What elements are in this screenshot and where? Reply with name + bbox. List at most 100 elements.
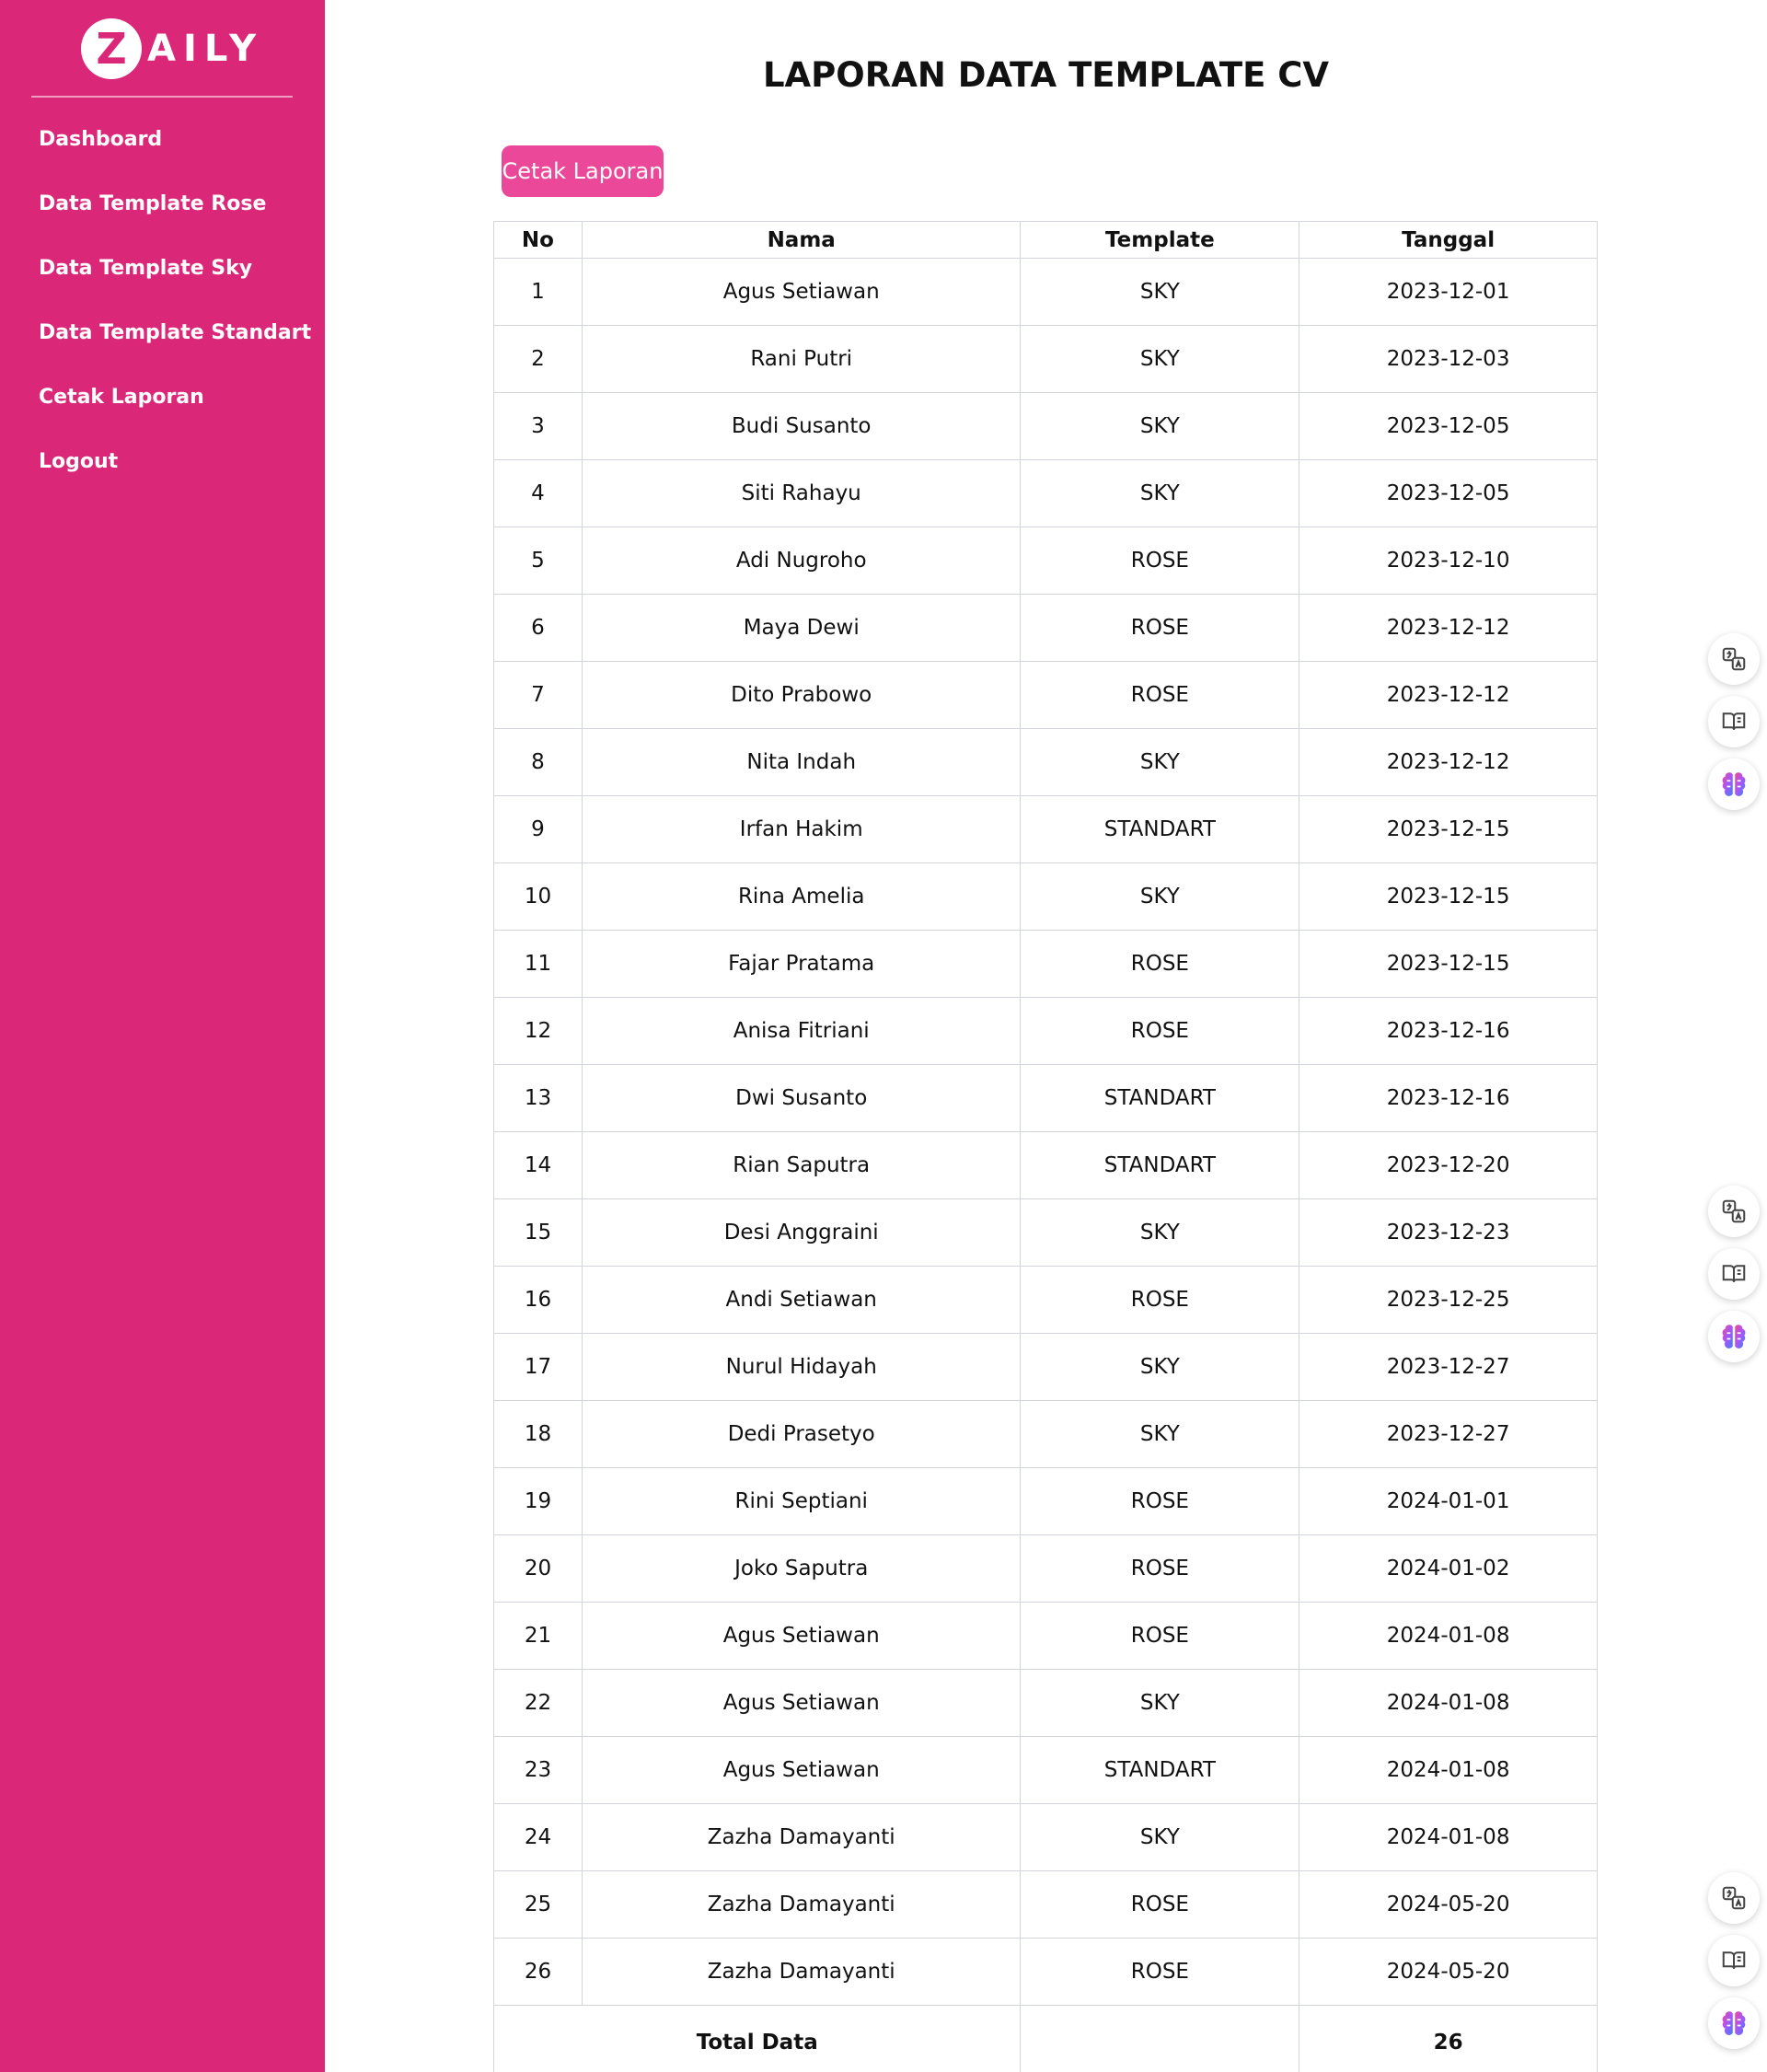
cell-tanggal: 2023-12-05 <box>1299 459 1598 527</box>
cell-nama: Irfan Hakim <box>581 795 1022 863</box>
cell-template: SKY <box>1020 1400 1300 1468</box>
cell-no: 10 <box>493 862 583 931</box>
cell-nama: Zazha Damayanti <box>581 1803 1022 1871</box>
table-row: 10 Rina Amelia SKY 2023-12-15 <box>493 862 1598 931</box>
cell-nama: Adi Nugroho <box>581 527 1022 595</box>
table-row: 9 Irfan Hakim STANDART 2023-12-15 <box>493 795 1598 863</box>
cell-tanggal: 2024-05-20 <box>1299 1870 1598 1939</box>
table-row: 21 Agus Setiawan ROSE 2024-01-08 <box>493 1602 1598 1670</box>
cell-nama: Maya Dewi <box>581 594 1022 662</box>
sidebar-divider <box>31 96 293 98</box>
cell-nama: Budi Susanto <box>581 392 1022 460</box>
cell-template: ROSE <box>1020 1266 1300 1334</box>
sidebar-item-data-template-sky[interactable]: Data Template Sky <box>0 247 325 311</box>
cell-no: 2 <box>493 325 583 393</box>
cell-tanggal: 2023-12-05 <box>1299 392 1598 460</box>
logo-icon: Z <box>81 18 142 79</box>
table-row: 22 Agus Setiawan SKY 2024-01-08 <box>493 1669 1598 1737</box>
cell-template: ROSE <box>1020 527 1300 595</box>
cell-tanggal: 2023-12-12 <box>1299 728 1598 796</box>
logo-letter: Z <box>96 24 127 74</box>
table-row: 20 Joko Saputra ROSE 2024-01-02 <box>493 1534 1598 1603</box>
sidebar-item-cetak-laporan[interactable]: Cetak Laporan <box>0 376 325 440</box>
cell-nama: Nita Indah <box>581 728 1022 796</box>
cell-template: SKY <box>1020 728 1300 796</box>
table-row: 17 Nurul Hidayah SKY 2023-12-27 <box>493 1333 1598 1401</box>
table-row: 23 Agus Setiawan STANDART 2024-01-08 <box>493 1736 1598 1804</box>
brain-button[interactable] <box>1708 1997 1760 2049</box>
table-row: 5 Adi Nugroho ROSE 2023-12-10 <box>493 527 1598 595</box>
cell-template: ROSE <box>1020 1938 1300 2006</box>
cell-no: 25 <box>493 1870 583 1939</box>
column-header-no: No <box>493 221 583 259</box>
print-report-button[interactable]: Cetak Laporan <box>502 145 664 197</box>
cell-nama: Agus Setiawan <box>581 1669 1022 1737</box>
book-button[interactable] <box>1708 696 1760 747</box>
brand-logo[interactable]: Z AILY <box>81 18 263 79</box>
table-row: 15 Desi Anggraini SKY 2023-12-23 <box>493 1198 1598 1267</box>
cell-template: ROSE <box>1020 661 1300 729</box>
cell-tanggal: 2023-12-16 <box>1299 997 1598 1065</box>
sidebar-item-dashboard[interactable]: Dashboard <box>0 118 325 182</box>
translate-icon <box>1720 645 1748 673</box>
brain-button[interactable] <box>1708 758 1760 810</box>
logo-text: AILY <box>147 28 264 70</box>
sidebar-item-data-template-rose[interactable]: Data Template Rose <box>0 182 325 247</box>
table-row: 26 Zazha Damayanti ROSE 2024-05-20 <box>493 1938 1598 2006</box>
table-row: 16 Andi Setiawan ROSE 2023-12-25 <box>493 1266 1598 1334</box>
cell-nama: Zazha Damayanti <box>581 1870 1022 1939</box>
cell-template: STANDART <box>1020 1064 1300 1132</box>
cell-nama: Rina Amelia <box>581 862 1022 931</box>
cell-tanggal: 2023-12-23 <box>1299 1198 1598 1267</box>
cell-nama: Andi Setiawan <box>581 1266 1022 1334</box>
cell-template: SKY <box>1020 1669 1300 1737</box>
table-row: 8 Nita Indah SKY 2023-12-12 <box>493 728 1598 796</box>
cell-nama: Nurul Hidayah <box>581 1333 1022 1401</box>
cell-nama: Agus Setiawan <box>581 1602 1022 1670</box>
brain-button[interactable] <box>1708 1311 1760 1362</box>
cell-no: 17 <box>493 1333 583 1401</box>
cell-nama: Dedi Prasetyo <box>581 1400 1022 1468</box>
cell-no: 8 <box>493 728 583 796</box>
cell-tanggal: 2023-12-20 <box>1299 1131 1598 1199</box>
translate-button[interactable] <box>1708 1186 1760 1237</box>
cell-nama: Anisa Fitriani <box>581 997 1022 1065</box>
brain-icon <box>1720 1323 1748 1350</box>
cell-template: STANDART <box>1020 1131 1300 1199</box>
cell-nama: Joko Saputra <box>581 1534 1022 1603</box>
page-title: LAPORAN DATA TEMPLATE CV <box>762 55 1330 95</box>
cell-tanggal: 2024-05-20 <box>1299 1938 1598 2006</box>
cell-nama: Siti Rahayu <box>581 459 1022 527</box>
cell-nama: Fajar Pratama <box>581 930 1022 998</box>
table-row: 3 Budi Susanto SKY 2023-12-05 <box>493 392 1598 460</box>
table-footer-row: Total Data 26 <box>492 2005 1598 2072</box>
cell-tanggal: 2023-12-03 <box>1299 325 1598 393</box>
brain-icon <box>1720 2009 1748 2037</box>
cell-tanggal: 2023-12-01 <box>1299 258 1598 326</box>
translate-button[interactable] <box>1708 1872 1760 1924</box>
table-row: 6 Maya Dewi ROSE 2023-12-12 <box>493 594 1598 662</box>
cell-template: STANDART <box>1020 1736 1300 1804</box>
table-row: 25 Zazha Damayanti ROSE 2024-05-20 <box>493 1870 1598 1939</box>
cell-no: 19 <box>493 1467 583 1535</box>
book-button[interactable] <box>1708 1935 1760 1986</box>
cell-template: SKY <box>1020 459 1300 527</box>
cell-no: 4 <box>493 459 583 527</box>
translate-button[interactable] <box>1708 633 1760 685</box>
cell-template: SKY <box>1020 862 1300 931</box>
cell-no: 1 <box>493 258 583 326</box>
cell-tanggal: 2024-01-01 <box>1299 1467 1598 1535</box>
table-row: 11 Fajar Pratama ROSE 2023-12-15 <box>493 930 1598 998</box>
cell-no: 24 <box>493 1803 583 1871</box>
sidebar-item-data-template-standart[interactable]: Data Template Standart <box>0 311 325 376</box>
column-header-template: Template <box>1020 221 1300 259</box>
cell-tanggal: 2024-01-08 <box>1299 1736 1598 1804</box>
table-row: 2 Rani Putri SKY 2023-12-03 <box>493 325 1598 393</box>
cell-tanggal: 2024-01-08 <box>1299 1602 1598 1670</box>
cell-no: 22 <box>493 1669 583 1737</box>
cell-nama: Agus Setiawan <box>581 1736 1022 1804</box>
sidebar-item-logout[interactable]: Logout <box>0 440 325 504</box>
book-button[interactable] <box>1708 1248 1760 1300</box>
cell-tanggal: 2023-12-15 <box>1299 862 1598 931</box>
cell-tanggal: 2024-01-08 <box>1299 1803 1598 1871</box>
